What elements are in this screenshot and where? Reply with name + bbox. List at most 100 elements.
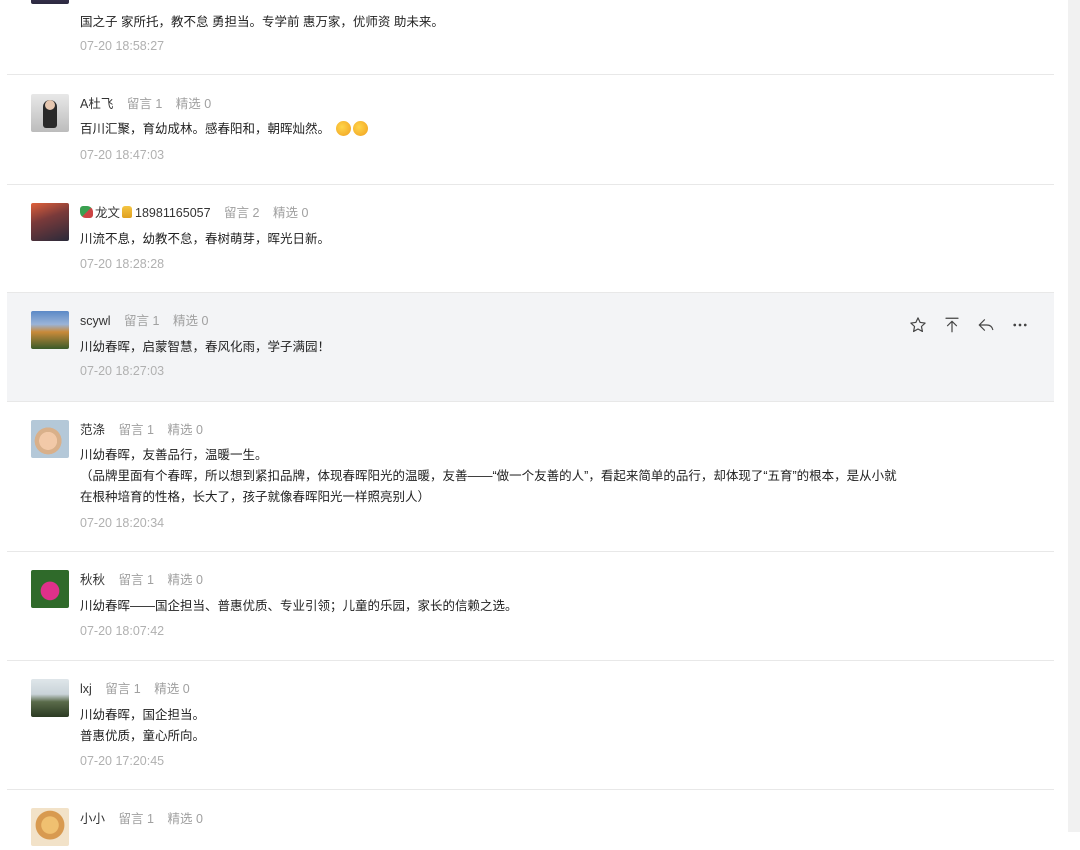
comment-meta: 龙文 18981165057 留言 2 精选 0 [80, 205, 308, 221]
user-name[interactable]: 小小 [80, 812, 105, 826]
comment-time: 07-20 17:20:45 [80, 754, 165, 768]
reply-count-value: 2 [252, 206, 260, 220]
firecracker-emoji-icon [352, 121, 368, 136]
selected-label: 精选 [172, 314, 198, 328]
user-name[interactable]: A杜飞 [80, 97, 113, 111]
firecracker-emoji-icon [335, 121, 351, 136]
selected-count-value: 0 [195, 423, 203, 437]
comment-time: 07-20 18:28:28 [80, 257, 165, 271]
comment-meta: 小小 留言 1 精选 0 [80, 811, 203, 827]
comment-item: 范涤 留言 1 精选 0 川幼春晖，友善品行，温暖一生。 （品牌里面有个春晖，所… [7, 402, 1054, 552]
comment-text-line: 川幼春晖，友善品行，温暖一生。 [80, 448, 268, 462]
user-name-number: 18981165057 [135, 206, 211, 220]
reply-count-value: 1 [147, 812, 154, 826]
reply-icon[interactable] [976, 315, 996, 335]
selected-count-value: 0 [204, 97, 212, 111]
reply-label: 留言 [118, 423, 144, 437]
comment-text: 川流不息，幼教不怠，春树萌芽，晖光日新。 [80, 232, 331, 246]
comment-text: 川幼春晖，国企担当。 普惠优质，童心所向。 [80, 705, 980, 747]
reply-count: 留言 1 [119, 573, 154, 587]
selected-count-value: 0 [195, 573, 203, 587]
thumbs-up-emoji-icon [122, 206, 133, 218]
reply-count: 留言 1 [105, 682, 140, 696]
reply-label: 留言 [118, 812, 144, 826]
selected-count: 精选 0 [273, 206, 308, 220]
reply-count-value: 1 [147, 423, 154, 437]
selected-count: 精选 0 [167, 423, 202, 437]
user-name[interactable]: 秋秋 [80, 573, 105, 587]
comment-text-line: （品牌里面有个春晖，所以想到紧扣品牌，体现春晖阳光的温暖，友善——“做一个友善的… [80, 469, 897, 483]
comment-item: 国之子 家所托，教不怠 勇担当。专学前 惠万家，优师资 助未来。 07-20 1… [7, 0, 1054, 75]
comment-meta: scywl 留言 1 精选 0 [80, 313, 208, 329]
comment-meta: 秋秋 留言 1 精选 0 [80, 572, 203, 588]
reply-count: 留言 2 [224, 206, 259, 220]
comment-text: 川幼春晖，友善品行，温暖一生。 （品牌里面有个春晖，所以想到紧扣品牌，体现春晖阳… [80, 445, 980, 508]
avatar[interactable] [31, 679, 69, 717]
reply-count-value: 1 [133, 682, 141, 696]
avatar[interactable] [31, 203, 69, 241]
comment-time: 07-20 18:47:03 [80, 148, 165, 162]
comment-meta: lxj 留言 1 精选 0 [80, 681, 190, 697]
user-name[interactable]: lxj [80, 682, 92, 696]
reply-count: 留言 1 [119, 812, 154, 826]
comment-text: 川幼春晖——国企担当、普惠优质、专业引领；儿童的乐园，家长的信赖之选。 [80, 599, 518, 613]
sprout-emoji-icon [80, 206, 93, 218]
reply-label: 留言 [126, 97, 152, 111]
comment-text-line: 川幼春晖，国企担当。 [80, 708, 206, 722]
selected-label: 精选 [167, 812, 193, 826]
selected-label: 精选 [167, 423, 193, 437]
comment-time: 07-20 18:20:34 [80, 516, 165, 530]
comment-item: 小小 留言 1 精选 0 [7, 790, 1054, 850]
avatar[interactable] [31, 94, 69, 132]
selected-count: 精选 0 [167, 812, 202, 826]
selected-label: 精选 [272, 206, 298, 220]
comment-text: 国之子 家所托，教不怠 勇担当。专学前 惠万家，优师资 助未来。 [80, 15, 444, 29]
avatar[interactable] [31, 311, 69, 349]
reply-label: 留言 [105, 682, 131, 696]
user-name[interactable]: scywl [80, 314, 111, 328]
star-icon[interactable] [908, 315, 928, 335]
selected-count-value: 0 [201, 314, 209, 328]
avatar[interactable] [31, 570, 69, 608]
comment-meta: 范涤 留言 1 精选 0 [80, 422, 203, 438]
selected-count: 精选 0 [167, 573, 202, 587]
reply-count-value: 1 [147, 573, 154, 587]
selected-count-value: 0 [195, 812, 203, 826]
comment-item: scywl 留言 1 精选 0 川幼春晖，启蒙智慧，春风化雨，学子满园！ 07-… [7, 293, 1054, 402]
avatar[interactable] [31, 420, 69, 458]
comment-text: 川幼春晖，启蒙智慧，春风化雨，学子满园！ [80, 340, 331, 354]
user-name[interactable]: 龙文 [95, 206, 120, 220]
avatar[interactable] [31, 0, 69, 4]
comment-item: 秋秋 留言 1 精选 0 川幼春晖——国企担当、普惠优质、专业引领；儿童的乐园，… [7, 552, 1054, 661]
reply-count-value: 1 [152, 314, 160, 328]
comment-item: A杜飞 留言 1 精选 0 百川汇聚，育幼成林。感春阳和，朝晖灿然。 07-20… [7, 75, 1054, 185]
comment-actions [908, 315, 1030, 335]
avatar[interactable] [31, 808, 69, 846]
scrollbar[interactable] [1068, 0, 1080, 832]
reply-label: 留言 [224, 206, 250, 220]
selected-label: 精选 [154, 682, 180, 696]
selected-count-value: 0 [182, 682, 190, 696]
more-icon[interactable] [1010, 315, 1030, 335]
comment-text-line: 在根种培育的性格，长大了，孩子就像春晖阳光一样照亮别人） [80, 490, 431, 504]
reply-count: 留言 1 [124, 314, 159, 328]
user-name[interactable]: 范涤 [80, 423, 105, 437]
comment-text: 百川汇聚，育幼成林。感春阳和，朝晖灿然。 [80, 119, 980, 140]
selected-label: 精选 [167, 573, 193, 587]
selected-count: 精选 0 [176, 97, 211, 111]
comment-item: lxj 留言 1 精选 0 川幼春晖，国企担当。 普惠优质，童心所向。 07-2… [7, 661, 1054, 790]
selected-label: 精选 [175, 97, 201, 111]
comment-meta: A杜飞 留言 1 精选 0 [80, 96, 211, 112]
comment-time: 07-20 18:07:42 [80, 624, 165, 638]
selected-count-value: 0 [301, 206, 309, 220]
comment-time: 07-20 18:58:27 [80, 39, 165, 53]
comment-item: 龙文 18981165057 留言 2 精选 0 川流不息，幼教不怠，春树萌芽，晖… [7, 185, 1054, 293]
comment-text-body: 百川汇聚，育幼成林。感春阳和，朝晖灿然。 [80, 122, 331, 136]
selected-count: 精选 0 [154, 682, 189, 696]
reply-count-value: 1 [155, 97, 163, 111]
reply-count: 留言 1 [119, 423, 154, 437]
reply-count: 留言 1 [127, 97, 162, 111]
comment-time: 07-20 18:27:03 [80, 364, 165, 378]
reply-label: 留言 [124, 314, 150, 328]
pin-top-icon[interactable] [942, 315, 962, 335]
